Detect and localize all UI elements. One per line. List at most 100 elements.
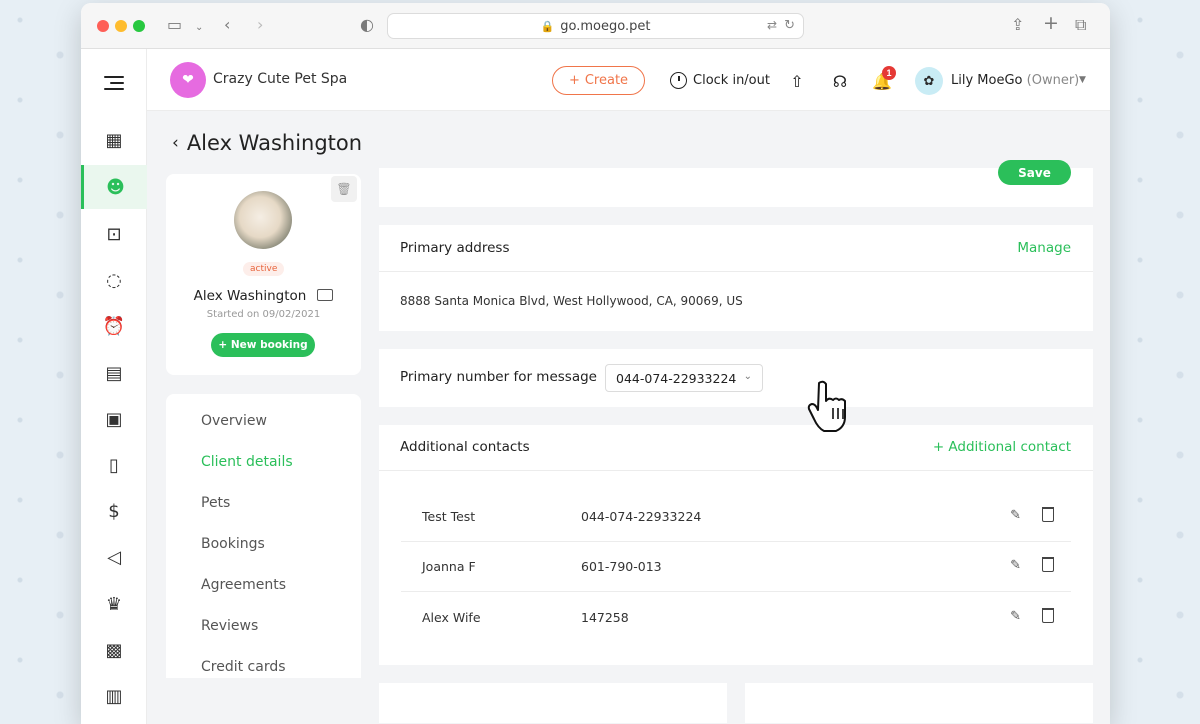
additional-contacts-panel: Additional contacts + Additional contact… bbox=[379, 425, 1093, 665]
status-badge: active bbox=[243, 262, 285, 276]
shield-icon[interactable]: ◐ bbox=[360, 15, 374, 35]
bottom-right-panel bbox=[745, 683, 1093, 723]
pet-photo bbox=[234, 191, 292, 249]
trash-icon[interactable] bbox=[1042, 608, 1054, 623]
share-icon[interactable]: ⇪ bbox=[1011, 15, 1024, 35]
sidebar-toggle-icon[interactable]: ▭ bbox=[167, 15, 182, 35]
close-window-button[interactable] bbox=[97, 20, 109, 32]
address-bar[interactable]: 🔒 go.moego.pet ⇄ ↻ bbox=[387, 13, 804, 39]
chat-icon[interactable]: ◌ bbox=[81, 258, 147, 302]
credit-card-icon[interactable] bbox=[317, 289, 333, 301]
divider bbox=[379, 470, 1093, 471]
reload-icon[interactable]: ↻ bbox=[784, 18, 795, 33]
contact-phone: 601-790-013 bbox=[581, 559, 662, 574]
calendar-icon[interactable]: ▦ bbox=[81, 118, 147, 162]
primary-address-title: Primary address bbox=[400, 240, 510, 256]
trash-icon[interactable] bbox=[1042, 557, 1054, 572]
edit-icon[interactable]: ✎ bbox=[1010, 558, 1021, 573]
client-side-menu: Overview Client details Pets Bookings Ag… bbox=[166, 394, 361, 678]
browser-toolbar: ▭ ⌄ ‹ › ◐ 🔒 go.moego.pet ⇄ ↻ ⇪ + ⧉ bbox=[81, 3, 1110, 49]
user-menu[interactable]: Lily MoeGo (Owner) bbox=[951, 73, 1079, 88]
contact-phone: 147258 bbox=[581, 610, 629, 625]
client-profile-card: 🗑 active Alex Washington Started on 09/0… bbox=[166, 174, 361, 375]
chevron-down-icon: ⌄ bbox=[743, 371, 752, 382]
primary-address-value: 8888 Santa Monica Blvd, West Hollywood, … bbox=[400, 294, 743, 308]
menu-item-client-details[interactable]: Client details bbox=[201, 454, 293, 470]
clock-icon bbox=[670, 72, 687, 89]
new-tab-icon[interactable]: + bbox=[1043, 13, 1059, 33]
edit-icon[interactable]: ✎ bbox=[1010, 508, 1021, 523]
save-button[interactable]: Save bbox=[998, 160, 1071, 185]
add-contact-link[interactable]: + Additional contact bbox=[933, 439, 1071, 455]
divider bbox=[401, 591, 1071, 592]
started-date: Started on 09/02/2021 bbox=[206, 309, 321, 320]
business-logo[interactable]: ❤ bbox=[170, 62, 206, 98]
zoom-window-button[interactable] bbox=[133, 20, 145, 32]
browser-window: ▭ ⌄ ‹ › ◐ 🔒 go.moego.pet ⇄ ↻ ⇪ + ⧉ ▦ ☻ ⊡… bbox=[81, 3, 1110, 724]
url-text: go.moego.pet bbox=[560, 18, 651, 34]
contact-phone: 044-074-22933224 bbox=[581, 509, 702, 524]
chevron-down-icon[interactable]: ⌄ bbox=[195, 18, 203, 38]
primary-number-value: 044-074-22933224 bbox=[616, 370, 737, 386]
details-form-panel: Save bbox=[379, 160, 1093, 207]
schedule-icon[interactable]: ▤ bbox=[81, 351, 147, 395]
left-nav: ▦ ☻ ⊡ ◌ ⏰ ▤ ▣ ▯ $ ◁ ♛ ▩ ▥ bbox=[81, 49, 147, 724]
settings-calendar-icon[interactable]: ▩ bbox=[81, 628, 147, 672]
clock-in-out-label: Clock in/out bbox=[693, 73, 770, 88]
avatar[interactable]: ✿ bbox=[915, 67, 943, 95]
additional-contacts-title: Additional contacts bbox=[400, 439, 530, 455]
menu-toggle-icon[interactable] bbox=[81, 61, 147, 105]
divider bbox=[379, 271, 1093, 272]
minimize-window-button[interactable] bbox=[115, 20, 127, 32]
trash-icon[interactable] bbox=[1042, 507, 1054, 522]
back-chevron-icon[interactable]: ‹ bbox=[172, 133, 179, 153]
caret-down-icon[interactable]: ▼ bbox=[1079, 75, 1086, 85]
menu-item-bookings[interactable]: Bookings bbox=[201, 536, 265, 552]
document-icon[interactable]: ▯ bbox=[81, 443, 147, 487]
user-role: (Owner) bbox=[1026, 73, 1080, 88]
primary-address-panel: Primary address Manage 8888 Santa Monica… bbox=[379, 225, 1093, 331]
alarm-clock-icon[interactable]: ⏰ bbox=[81, 304, 147, 348]
bottom-left-panel bbox=[379, 683, 727, 723]
client-name: Alex Washington bbox=[193, 288, 307, 304]
edit-icon[interactable]: ✎ bbox=[1010, 609, 1021, 624]
pet-food-icon[interactable]: ⊡ bbox=[81, 212, 147, 256]
menu-item-agreements[interactable]: Agreements bbox=[201, 577, 286, 593]
dollar-icon[interactable]: $ bbox=[81, 489, 147, 533]
bar-chart-icon[interactable]: ▥ bbox=[81, 674, 147, 718]
clock-in-out-button[interactable]: Clock in/out bbox=[670, 72, 770, 89]
business-name[interactable]: Crazy Cute Pet Spa bbox=[213, 71, 347, 87]
page-title-text: Alex Washington bbox=[186, 131, 363, 155]
menu-item-pets[interactable]: Pets bbox=[201, 495, 230, 511]
dog-face-icon[interactable]: ☻ bbox=[81, 165, 147, 209]
lock-icon: 🔒 bbox=[540, 19, 555, 33]
primary-number-panel: Primary number for message 044-074-22933… bbox=[379, 349, 1093, 407]
crown-icon[interactable]: ♛ bbox=[81, 582, 147, 626]
notification-badge: 1 bbox=[882, 66, 896, 80]
menu-item-credit-cards[interactable]: Credit cards bbox=[201, 659, 286, 675]
table-row: Alex Wife 147258 ✎ bbox=[401, 593, 1071, 643]
menu-item-reviews[interactable]: Reviews bbox=[201, 618, 258, 634]
user-name: Lily MoeGo bbox=[951, 73, 1023, 88]
new-booking-button[interactable]: + New booking bbox=[211, 333, 315, 357]
table-row: Test Test 044-074-22933224 ✎ bbox=[401, 492, 1071, 542]
hand-cursor-icon bbox=[807, 380, 846, 432]
headset-icon[interactable]: ☊ bbox=[830, 71, 850, 91]
tab-overview-icon[interactable]: ⧉ bbox=[1075, 15, 1086, 35]
menu-item-overview[interactable]: Overview bbox=[201, 413, 267, 429]
back-arrow-icon[interactable]: ‹ bbox=[224, 15, 230, 35]
megaphone-icon[interactable]: ◁ bbox=[81, 535, 147, 579]
primary-number-label: Primary number for message bbox=[400, 369, 597, 385]
contact-name: Test Test bbox=[422, 509, 476, 524]
translate-icon[interactable]: ⇄ bbox=[767, 18, 777, 32]
contact-name: Joanna F bbox=[422, 559, 476, 574]
table-row: Joanna F 601-790-013 ✎ bbox=[401, 542, 1071, 592]
forward-arrow-icon[interactable]: › bbox=[257, 15, 263, 35]
upload-icon[interactable]: ⇧ bbox=[787, 71, 807, 91]
primary-number-select[interactable]: 044-074-22933224 ⌄ bbox=[605, 364, 763, 392]
create-button[interactable]: + Create bbox=[552, 66, 645, 95]
staff-badge-icon[interactable]: ▣ bbox=[81, 397, 147, 441]
trash-icon[interactable]: 🗑 bbox=[331, 176, 357, 202]
create-button-label: Create bbox=[584, 73, 629, 88]
manage-address-link[interactable]: Manage bbox=[1017, 240, 1071, 256]
